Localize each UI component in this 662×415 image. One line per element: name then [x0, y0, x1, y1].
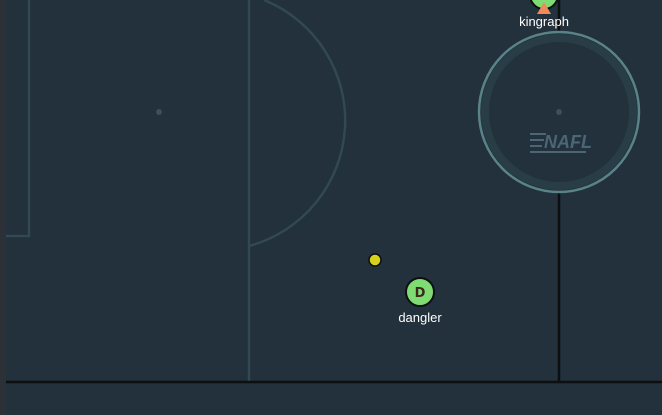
- player-letter: D: [415, 286, 426, 301]
- game-field: NAFL kingraph D dangler: [0, 0, 662, 415]
- player-name: kingraph: [519, 14, 569, 29]
- faceoff-center-dot: [556, 109, 562, 115]
- lower-strip: [6, 383, 662, 415]
- player-name: dangler: [398, 310, 442, 325]
- spot-dot: [156, 109, 162, 115]
- logo-text: NAFL: [544, 132, 592, 152]
- field-canvas: NAFL kingraph D dangler: [0, 0, 662, 415]
- ball[interactable]: [368, 253, 382, 267]
- play-surface: [6, 0, 662, 381]
